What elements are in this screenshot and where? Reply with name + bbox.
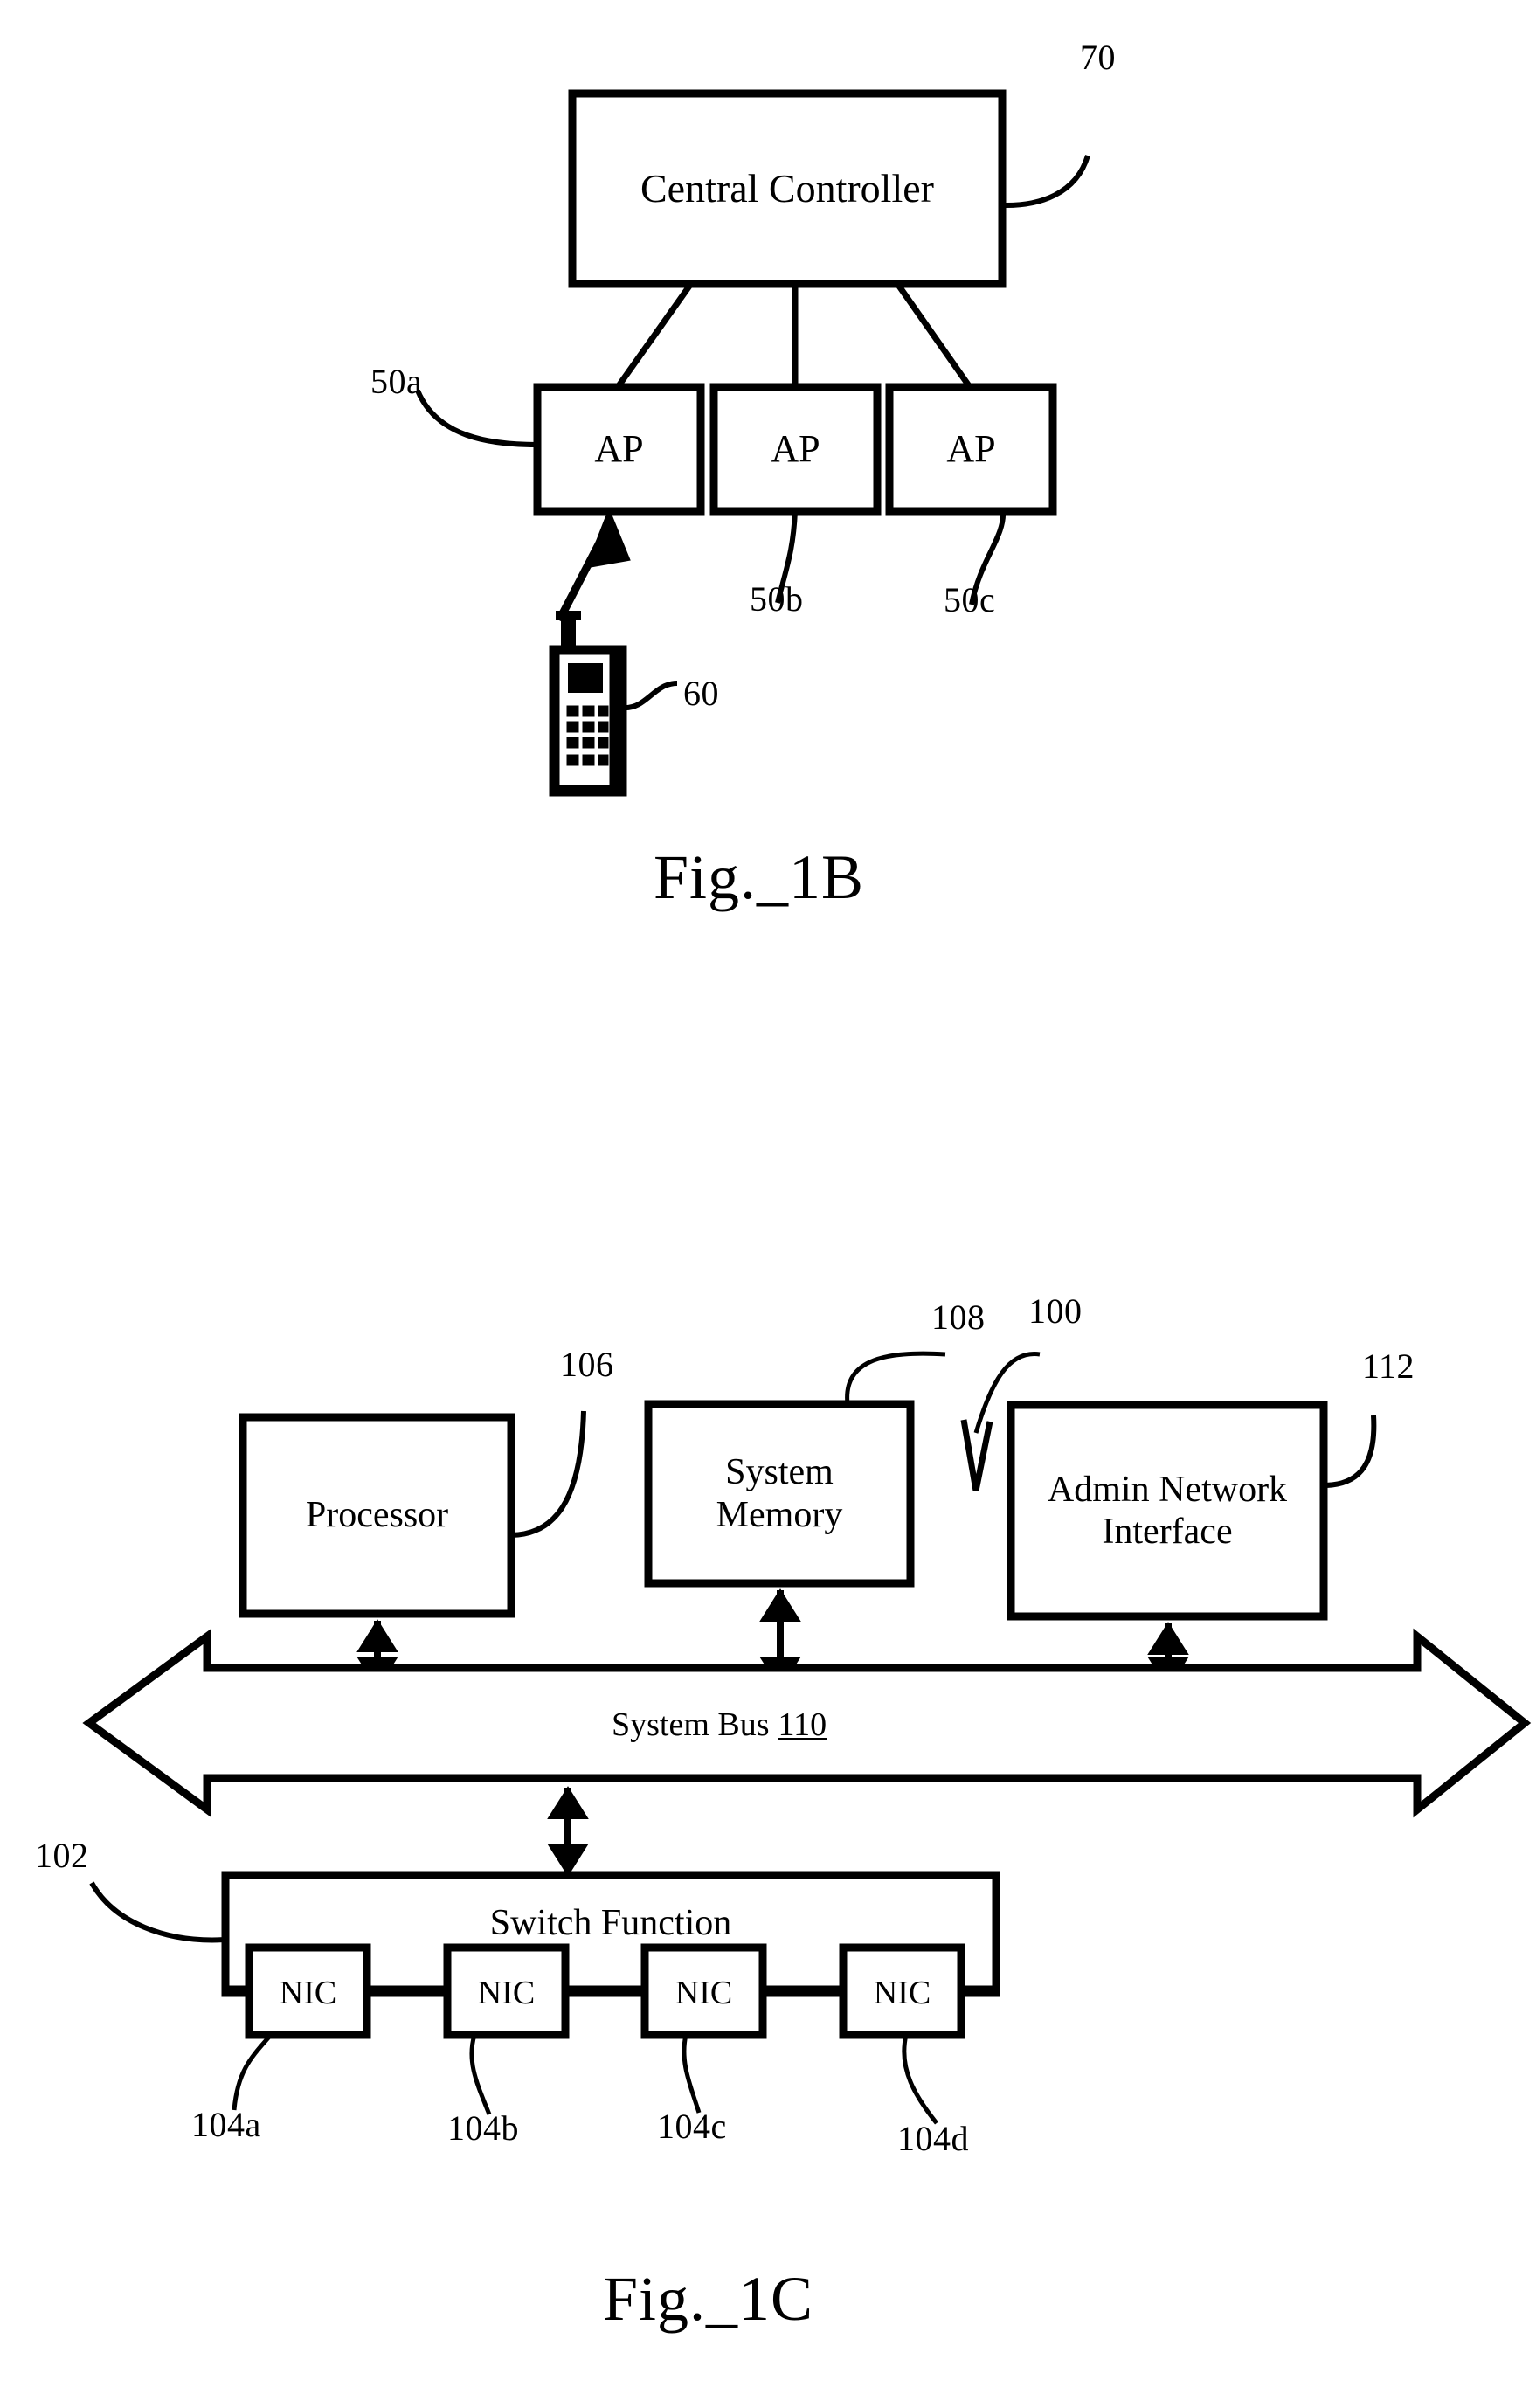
ref-104c: 104c	[657, 2107, 727, 2146]
processor-box	[239, 1413, 515, 1618]
ref-60: 60	[683, 674, 719, 713]
nic-box-2	[443, 1943, 570, 2039]
mobile-to-ap-arrow	[556, 507, 631, 623]
ref-106-leader	[510, 1410, 586, 1538]
link-cc-ap3	[896, 282, 972, 390]
ref-102-leader	[89, 1881, 226, 1943]
ref-104a-leader	[232, 2033, 273, 2111]
nic-box-1	[245, 1943, 371, 2039]
ref-112-leader	[1323, 1415, 1377, 1488]
ref-104c-leader	[682, 2034, 702, 2114]
ref-104b: 104b	[447, 2108, 519, 2148]
system-memory-box	[644, 1400, 915, 1588]
ref-60-leader	[622, 681, 678, 711]
ref-104d-leader	[902, 2034, 938, 2125]
system-bus-ref: 110	[778, 1706, 827, 1743]
ref-112: 112	[1362, 1346, 1415, 1386]
ref-104a: 104a	[191, 2105, 261, 2144]
figure-1b-caption: Fig._1B	[654, 842, 865, 912]
ref-106: 106	[560, 1345, 614, 1384]
ref-50a-leader	[415, 389, 538, 447]
nic-box-3	[640, 1943, 767, 2039]
ap-box-a	[533, 383, 705, 516]
ref-108-leader	[845, 1351, 946, 1405]
patent-drawing-sheet: Central Controller 70 AP AP AP 50a 50b 5…	[0, 0, 1536, 2408]
ref-104d: 104d	[897, 2119, 969, 2158]
ref-50b: 50b	[750, 579, 804, 619]
ref-100: 100	[1028, 1291, 1083, 1331]
ref-108: 108	[931, 1297, 986, 1337]
ref-102: 102	[35, 1836, 89, 1875]
bus-switch-arrow	[547, 1786, 589, 1877]
nic-box-4	[839, 1943, 965, 2039]
ref-50a: 50a	[370, 362, 423, 401]
ref-70-leader	[1001, 155, 1090, 209]
ref-70: 70	[1080, 38, 1116, 77]
ap-box-c	[885, 383, 1057, 516]
system-bus-label: System Bus 110	[612, 1706, 827, 1744]
mobile-phone-icon	[549, 611, 627, 797]
figure-1c-caption: Fig._1C	[603, 2264, 814, 2334]
system-bus-text: System Bus	[612, 1706, 770, 1743]
figure-linework	[82, 89, 1532, 2125]
admin-network-interface-box	[1007, 1401, 1328, 1621]
ap-box-b	[709, 383, 882, 516]
central-controller-box	[568, 89, 1007, 288]
ref-50c: 50c	[944, 580, 996, 619]
link-cc-ap1	[615, 282, 693, 390]
ref-104b-leader	[469, 2034, 492, 2115]
